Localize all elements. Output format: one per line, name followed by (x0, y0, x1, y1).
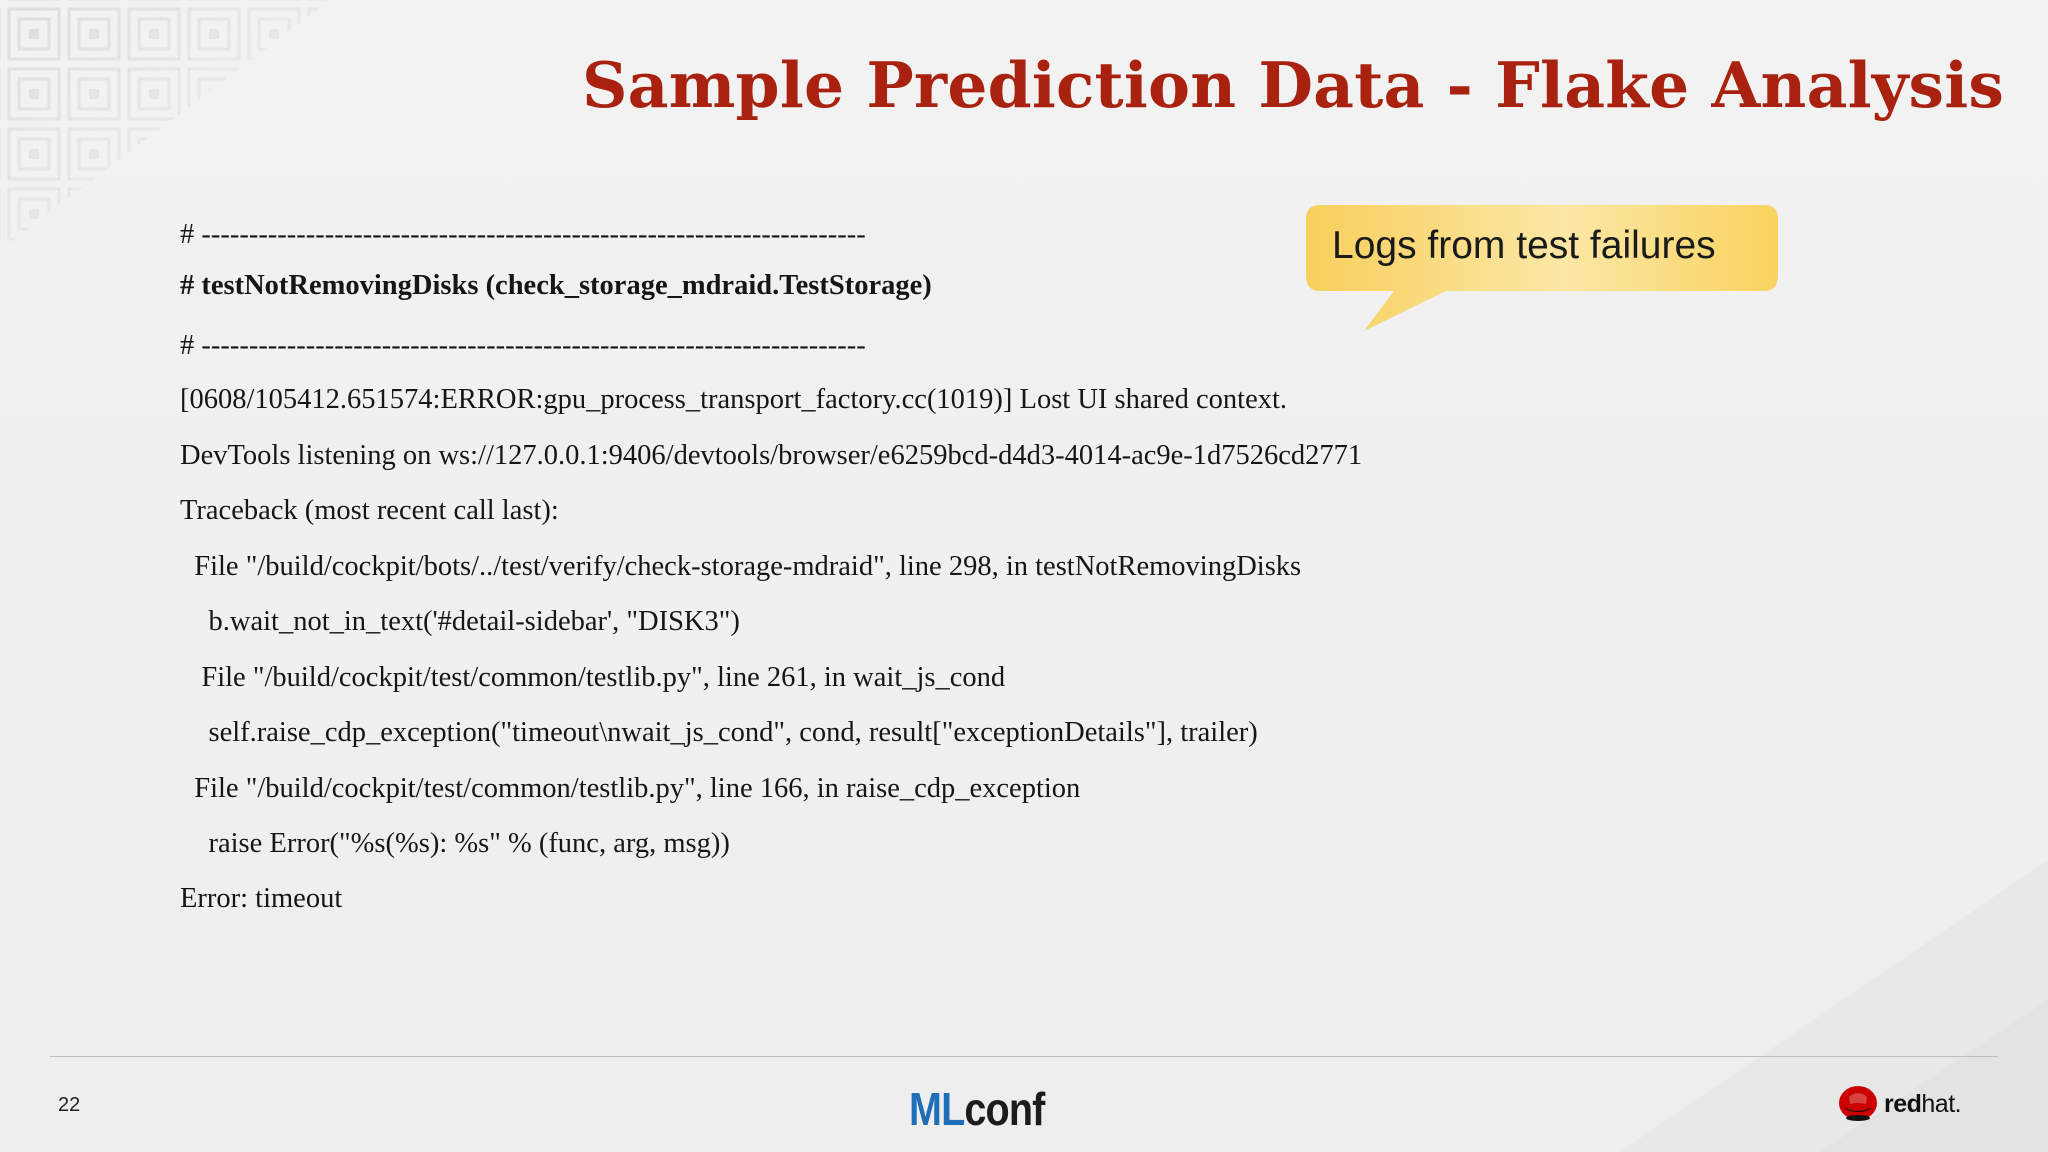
log-line: raise Error("%s(%s): %s" % (func, arg, m… (180, 828, 730, 859)
log-line: File "/build/cockpit/test/common/testlib… (180, 662, 1006, 693)
mlconf-logo-conf: conf (964, 1083, 1045, 1135)
mlconf-logo-ml: ML (909, 1083, 965, 1135)
redhat-logo: redhat. (1838, 1084, 1962, 1124)
log-line: # --------------------------------------… (180, 219, 866, 250)
redhat-wordmark-red: red (1884, 1089, 1922, 1118)
redhat-wordmark: redhat. (1884, 1089, 1962, 1119)
slide: Sample Prediction Data - Flake Analysis … (0, 0, 2048, 1152)
redhat-shadowman-icon (1839, 1086, 1877, 1121)
footer-divider (50, 1056, 1998, 1057)
slide-title: Sample Prediction Data - Flake Analysis (581, 48, 2004, 122)
log-line-test-name: # testNotRemovingDisks (check_storage_md… (180, 270, 932, 301)
log-line: Error: timeout (180, 883, 343, 914)
log-line: File "/build/cockpit/bots/../test/verify… (180, 551, 1302, 582)
log-line: self.raise_cdp_exception("timeout\nwait_… (180, 717, 1258, 748)
redhat-wordmark-hat: hat. (1921, 1089, 1962, 1118)
mlconf-logo: MLconf (909, 1082, 1045, 1136)
log-line: b.wait_not_in_text('#detail-sidebar', "D… (180, 606, 740, 637)
log-line: [0608/105412.651574:ERROR:gpu_process_tr… (180, 384, 1288, 415)
log-line: Traceback (most recent call last): (180, 495, 559, 526)
log-line: DevTools listening on ws://127.0.0.1:940… (180, 440, 1363, 471)
log-line: File "/build/cockpit/test/common/testlib… (180, 773, 1081, 804)
callout-text: Logs from test failures (1332, 224, 1716, 267)
page-number: 22 (58, 1094, 81, 1116)
log-line: # --------------------------------------… (180, 330, 866, 361)
